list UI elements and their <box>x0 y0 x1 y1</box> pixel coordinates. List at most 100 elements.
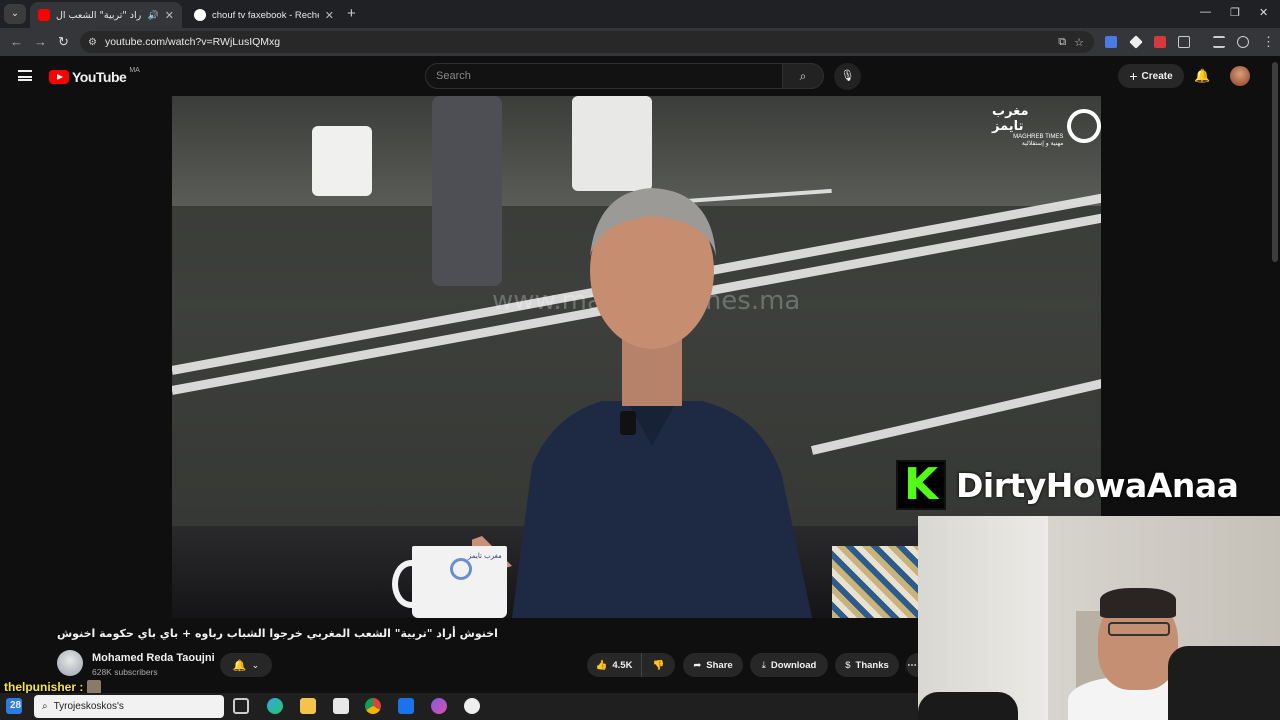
plus-icon: + <box>1129 68 1138 84</box>
mug-text: مغرب تايمز <box>468 552 502 560</box>
streamer-brand-overlay: K DirtyHowaAnaa <box>896 460 1239 510</box>
webcam-person-hair <box>1100 588 1176 618</box>
thanks-label: Thanks <box>855 659 889 671</box>
notifications-bell-icon[interactable]: 🔔 <box>1194 68 1210 84</box>
google-favicon-icon <box>194 9 206 21</box>
tab-youtube-video[interactable]: اخنوش أراد "تربية" الشعب ال... 🔊 ✕ <box>30 2 182 28</box>
webcam-feed <box>918 516 1280 720</box>
youtube-wordmark: YouTube <box>72 69 127 85</box>
logo-check-icon <box>1067 108 1101 143</box>
obs-icon[interactable] <box>464 698 480 714</box>
webcam-person-glasses <box>1108 622 1170 636</box>
url-text: youtube.com/watch?v=RWjLusIQMxg <box>104 36 281 48</box>
outlook-icon[interactable] <box>398 698 414 714</box>
thanks-dollar-icon: $ <box>845 659 851 671</box>
chrome-icon[interactable] <box>365 698 381 714</box>
chat-username: thelpunisher : <box>4 680 84 694</box>
webcam-chair-back <box>1168 646 1280 720</box>
thumbs-up-icon: 👍 <box>595 659 608 671</box>
subscriber-count: 628K subscribers <box>92 667 158 677</box>
search-icon: ⌕ <box>42 701 48 712</box>
stream-chat-message: thelpunisher : <box>4 680 102 694</box>
back-arrow-icon[interactable]: ← <box>10 34 23 49</box>
like-count: 4.5K <box>612 659 633 671</box>
more-actions-button[interactable]: ⋯ <box>906 653 918 677</box>
voice-search-button[interactable]: 🎙 <box>834 63 861 90</box>
translate-extension-icon[interactable] <box>1105 36 1117 48</box>
task-view-icon[interactable] <box>233 698 249 714</box>
youtube-header: YouTube MA Search ⌕ 🎙 + Create 🔔 <box>0 56 1280 96</box>
restore-button[interactable]: ❐ <box>1230 6 1240 19</box>
taskbar-search-text: Tyrojeskoskos's <box>53 701 124 712</box>
mug-logo-icon <box>450 558 472 580</box>
close-tab-icon[interactable]: ✕ <box>325 9 334 22</box>
edge-browser-icon[interactable] <box>267 698 283 714</box>
address-bar[interactable]: ⚙ youtube.com/watch?v=RWjLusIQMxg ⧉ ☆ <box>80 31 1094 53</box>
tab-search-button[interactable]: ⌄ <box>4 4 26 24</box>
file-explorer-icon[interactable] <box>300 698 316 714</box>
pdf-extension-icon[interactable] <box>1154 36 1166 48</box>
download-button[interactable]: ⤓ Download <box>750 653 828 677</box>
browser-tab-strip: ⌄ اخنوش أراد "تربية" الشعب ال... 🔊 ✕ cho… <box>0 0 1280 28</box>
forward-arrow-icon[interactable]: → <box>34 34 47 49</box>
tab-title: chouf tv faxebook - Recherche <box>212 9 319 21</box>
browser-toolbar: ← → ↻ ⚙ youtube.com/watch?v=RWjLusIQMxg … <box>0 28 1280 56</box>
logo-arabic-text: مغرب تايمز <box>992 104 1029 134</box>
reading-list-icon[interactable] <box>1213 36 1225 48</box>
microsoft-store-icon[interactable] <box>333 698 349 714</box>
minimize-button[interactable]: — <box>1200 6 1211 18</box>
bookmark-star-icon[interactable]: ☆ <box>1074 36 1084 49</box>
dislike-button[interactable]: 👎 <box>641 653 675 677</box>
thumbs-down-icon: 👎 <box>652 659 665 671</box>
webcam-chair <box>918 692 1018 720</box>
new-tab-button[interactable]: + <box>347 5 356 22</box>
share-button[interactable]: ➦ Share <box>683 653 743 677</box>
download-label: Download <box>770 659 817 671</box>
diamond-extension-icon[interactable] <box>1129 35 1143 49</box>
browser-menu-icon[interactable]: ⋮ <box>1262 34 1275 50</box>
close-tab-icon[interactable]: ✕ <box>165 9 174 22</box>
profile-icon[interactable] <box>1237 36 1249 48</box>
channel-avatar[interactable] <box>57 650 83 676</box>
taskbar-search-box[interactable]: ⌕ Tyrojeskoskos's <box>34 695 224 718</box>
create-label: Create <box>1141 70 1173 82</box>
maghreb-times-logo: مغرب تايمز MAGHREB TIMES مهنية و إستقلال… <box>992 104 1101 147</box>
branded-mug: مغرب تايمز <box>392 546 507 618</box>
chevron-down-icon: ⌄ <box>251 659 260 670</box>
close-window-button[interactable]: ✕ <box>1259 6 1268 19</box>
search-icon: ⌕ <box>799 69 807 83</box>
download-icon: ⤓ <box>761 659 766 671</box>
youtube-favicon-icon <box>38 9 50 21</box>
more-icon: ⋯ <box>907 659 917 671</box>
messenger-icon[interactable] <box>431 698 447 714</box>
page-scrollbar[interactable] <box>1272 62 1278 262</box>
country-code: MA <box>129 66 140 74</box>
road-marking <box>810 378 1101 455</box>
search-input[interactable]: Search <box>425 63 783 89</box>
kick-logo-icon: K <box>896 460 946 510</box>
site-info-icon[interactable]: ⚙ <box>88 37 97 48</box>
tab-title: اخنوش أراد "تربية" الشعب ال... <box>56 9 142 21</box>
reload-icon[interactable]: ↻ <box>58 34 69 50</box>
like-button[interactable]: 👍 4.5K <box>587 653 641 677</box>
share-label: Share <box>706 659 733 671</box>
extensions-puzzle-icon[interactable] <box>1178 36 1190 48</box>
crowd-figure <box>312 126 372 196</box>
windows-taskbar: ⌕ Tyrojeskoskos's <box>0 693 918 720</box>
video-title: اخنوش أراد "تربية" الشعب المغربي خرجوا ا… <box>57 627 498 640</box>
subscription-bell-button[interactable]: 🔔 ⌄ <box>220 653 272 677</box>
tab-google-search[interactable]: chouf tv faxebook - Recherche ✕ <box>186 2 342 28</box>
create-button[interactable]: + Create <box>1118 64 1184 88</box>
search-button[interactable]: ⌕ <box>782 63 824 89</box>
microphone-icon: 🎙 <box>840 70 855 82</box>
youtube-logo[interactable]: YouTube MA <box>49 66 140 85</box>
presenter-figure <box>472 188 812 618</box>
channel-name[interactable]: Mohamed Reda Taoujni <box>92 652 215 664</box>
cast-icon[interactable]: ⧉ <box>1058 36 1066 49</box>
hamburger-menu-icon[interactable] <box>18 70 32 81</box>
audio-icon[interactable]: 🔊 <box>148 10 159 21</box>
bell-icon: 🔔 <box>232 659 247 672</box>
account-avatar[interactable] <box>1230 66 1250 86</box>
thanks-button[interactable]: $ Thanks <box>835 653 899 677</box>
share-arrow-icon: ➦ <box>693 659 702 671</box>
